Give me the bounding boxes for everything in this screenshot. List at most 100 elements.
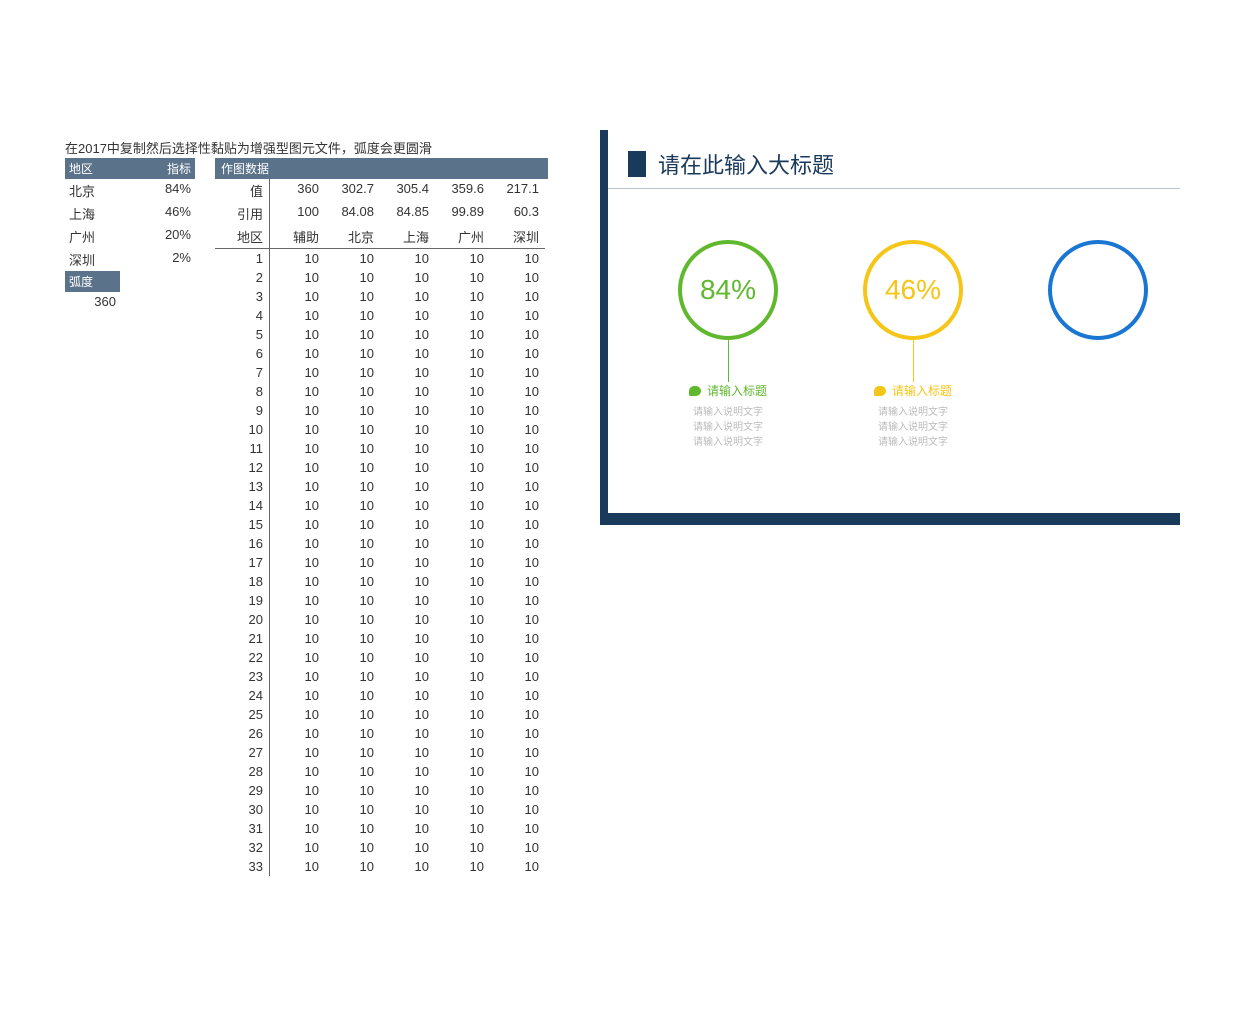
plot-cell[interactable]: 10 (490, 800, 545, 819)
plot-row-index[interactable]: 29 (215, 781, 270, 800)
plot-cell[interactable]: 60.3 (490, 202, 545, 225)
plot-cell[interactable]: 10 (490, 743, 545, 762)
plot-row-index[interactable]: 24 (215, 686, 270, 705)
plot-cell[interactable]: 10 (270, 705, 325, 724)
plot-cell[interactable]: 10 (380, 648, 435, 667)
plot-row-index[interactable]: 11 (215, 439, 270, 458)
plot-cell[interactable]: 10 (380, 838, 435, 857)
plot-cell[interactable]: 10 (380, 477, 435, 496)
plot-cell[interactable]: 10 (325, 287, 380, 306)
plot-cell[interactable]: 10 (435, 819, 490, 838)
plot-cell[interactable]: 10 (490, 477, 545, 496)
plot-cell[interactable]: 10 (380, 705, 435, 724)
plot-cell[interactable]: 10 (270, 667, 325, 686)
plot-row-index[interactable]: 4 (215, 306, 270, 325)
plot-row-index[interactable]: 8 (215, 382, 270, 401)
plot-cell[interactable]: 10 (490, 325, 545, 344)
plot-row-index[interactable]: 32 (215, 838, 270, 857)
plot-cell[interactable]: 10 (270, 610, 325, 629)
plot-cell[interactable]: 10 (270, 382, 325, 401)
plot-row-index[interactable]: 18 (215, 572, 270, 591)
plot-cell[interactable]: 10 (270, 268, 325, 287)
plot-cell[interactable]: 10 (325, 591, 380, 610)
plot-cell[interactable]: 10 (325, 705, 380, 724)
plot-cell[interactable]: 10 (490, 591, 545, 610)
plot-cell[interactable]: 10 (380, 800, 435, 819)
plot-cell[interactable]: 10 (270, 496, 325, 515)
plot-cell[interactable]: 10 (490, 382, 545, 401)
plot-cell[interactable]: 10 (380, 724, 435, 743)
plot-cell[interactable]: 10 (380, 420, 435, 439)
plot-cell[interactable]: 10 (325, 572, 380, 591)
plot-cell[interactable]: 深圳 (490, 225, 545, 249)
plot-cell[interactable]: 10 (325, 458, 380, 477)
plot-cell[interactable]: 99.89 (435, 202, 490, 225)
plot-cell[interactable]: 10 (270, 363, 325, 382)
plot-row-index[interactable]: 5 (215, 325, 270, 344)
plot-cell[interactable]: 10 (325, 401, 380, 420)
plot-cell[interactable]: 10 (270, 420, 325, 439)
plot-cell[interactable]: 305.4 (380, 179, 435, 202)
plot-cell[interactable]: 10 (490, 686, 545, 705)
table-row[interactable]: 广州20% (65, 225, 195, 248)
plot-cell[interactable]: 10 (435, 287, 490, 306)
plot-cell[interactable]: 10 (490, 287, 545, 306)
plot-cell[interactable]: 10 (325, 306, 380, 325)
plot-cell[interactable]: 10 (270, 515, 325, 534)
plot-cell[interactable]: 10 (490, 496, 545, 515)
plot-cell[interactable]: 217.1 (490, 179, 545, 202)
plot-cell[interactable]: 360 (270, 179, 325, 202)
plot-cell[interactable]: 10 (490, 439, 545, 458)
plot-cell[interactable]: 10 (490, 857, 545, 876)
plot-cell[interactable]: 10 (435, 724, 490, 743)
plot-cell[interactable]: 10 (435, 553, 490, 572)
plot-cell[interactable]: 10 (490, 268, 545, 287)
plot-row-index[interactable]: 28 (215, 762, 270, 781)
plot-cell[interactable]: 10 (380, 515, 435, 534)
plot-row-index[interactable]: 17 (215, 553, 270, 572)
plot-cell[interactable]: 10 (325, 648, 380, 667)
plot-row-index[interactable]: 16 (215, 534, 270, 553)
plot-cell[interactable]: 10 (325, 819, 380, 838)
plot-cell[interactable]: 10 (490, 819, 545, 838)
plot-row-index[interactable]: 21 (215, 629, 270, 648)
plot-cell[interactable]: 359.6 (435, 179, 490, 202)
plot-cell[interactable]: 10 (435, 344, 490, 363)
plot-cell[interactable]: 10 (380, 306, 435, 325)
plot-cell[interactable]: 10 (435, 268, 490, 287)
plot-cell[interactable]: 10 (270, 762, 325, 781)
plot-cell[interactable]: 10 (490, 667, 545, 686)
plot-cell[interactable]: 10 (435, 534, 490, 553)
plot-cell[interactable]: 10 (325, 477, 380, 496)
plot-cell[interactable]: 10 (435, 306, 490, 325)
plot-row-label[interactable]: 地区 (215, 225, 270, 249)
plot-cell[interactable]: 10 (435, 781, 490, 800)
plot-cell[interactable]: 10 (380, 629, 435, 648)
plot-cell[interactable]: 10 (325, 667, 380, 686)
plot-cell[interactable]: 10 (490, 306, 545, 325)
plot-cell[interactable]: 10 (270, 800, 325, 819)
plot-cell[interactable]: 10 (325, 781, 380, 800)
plot-cell[interactable]: 10 (325, 610, 380, 629)
plot-cell[interactable]: 10 (270, 439, 325, 458)
plot-row-index[interactable]: 9 (215, 401, 270, 420)
plot-cell[interactable]: 10 (325, 268, 380, 287)
plot-cell[interactable]: 10 (270, 534, 325, 553)
plot-cell[interactable]: 10 (435, 401, 490, 420)
plot-cell[interactable]: 10 (380, 268, 435, 287)
plot-cell[interactable]: 10 (380, 287, 435, 306)
plot-cell[interactable]: 10 (490, 515, 545, 534)
plot-row-index[interactable]: 7 (215, 363, 270, 382)
plot-cell[interactable]: 10 (325, 439, 380, 458)
plot-cell[interactable]: 上海 (380, 225, 435, 249)
plot-cell[interactable]: 10 (325, 420, 380, 439)
plot-cell[interactable]: 10 (490, 344, 545, 363)
plot-cell[interactable]: 10 (380, 382, 435, 401)
plot-cell[interactable]: 10 (435, 743, 490, 762)
plot-cell[interactable]: 10 (490, 553, 545, 572)
plot-cell[interactable]: 10 (380, 363, 435, 382)
plot-cell[interactable]: 84.85 (380, 202, 435, 225)
plot-cell[interactable]: 10 (435, 458, 490, 477)
plot-cell[interactable]: 10 (325, 838, 380, 857)
plot-cell[interactable]: 10 (270, 458, 325, 477)
